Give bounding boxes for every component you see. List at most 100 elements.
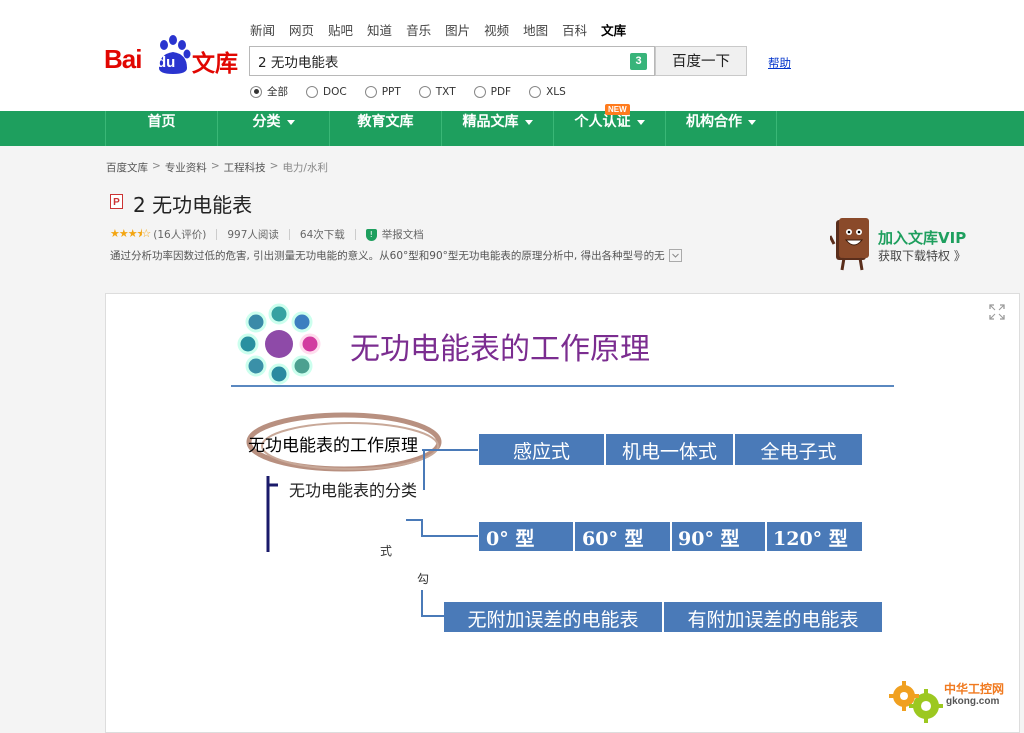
nav-label: 分类 — [252, 114, 281, 130]
nav-label: 精品文库 — [462, 114, 519, 130]
radio-icon[interactable] — [418, 85, 431, 98]
breadcrumb-separator-icon: > — [152, 160, 161, 172]
new-badge: NEW — [605, 104, 630, 115]
topnav-item[interactable]: 网页 — [289, 20, 314, 38]
logo-bai-text: Bai — [104, 44, 142, 74]
type-0-degree: 0° 型 — [486, 528, 535, 550]
filter-xls[interactable]: XLS — [529, 84, 566, 99]
search-input[interactable] — [250, 47, 626, 75]
diagram-connectors — [246, 412, 478, 617]
filter-label: PPT — [381, 85, 401, 98]
top-navigation: 新闻 网页 贴吧 知道 音乐 图片 视频 地图 百科 文库 — [250, 20, 640, 38]
filter-label: PDF — [490, 85, 512, 98]
topnav-item[interactable]: 百科 — [562, 20, 587, 38]
nav-label: 首页 — [147, 114, 176, 130]
type-electronic: 全电子式 — [760, 441, 837, 463]
nav-education[interactable]: 教育文库 — [329, 111, 441, 146]
shield-icon: ! — [365, 228, 377, 241]
nav-label: 个人认证 — [574, 114, 631, 130]
breadcrumb-item[interactable]: 电力/水利 — [282, 160, 328, 175]
divider — [354, 229, 356, 240]
filter-label: TXT — [435, 85, 456, 98]
ppt-file-icon: P — [110, 194, 123, 209]
divider — [216, 229, 218, 240]
nav-category[interactable]: 分类 — [217, 111, 329, 146]
chevron-down-icon — [636, 119, 645, 125]
nav-home[interactable]: 首页 — [105, 111, 217, 146]
nav-premium[interactable]: 精品文库 — [441, 111, 553, 146]
filter-label: XLS — [546, 85, 566, 98]
main-navigation-bar: 首页 分类 教育文库 精品文库 个人认证 机构合作 — [0, 111, 1024, 146]
radio-icon[interactable] — [306, 85, 318, 98]
breadcrumb-item[interactable]: 工程科技 — [224, 160, 266, 175]
breadcrumb: 百度文库 > 专业资料 > 工程科技 > 电力/水利 — [106, 160, 328, 175]
filter-txt[interactable]: TXT — [418, 84, 456, 99]
radio-icon[interactable] — [250, 85, 262, 98]
diagram-sub-label: 无功电能表的分类 — [289, 481, 418, 500]
report-link[interactable]: 举报文档 — [382, 227, 424, 242]
topnav-item[interactable]: 地图 — [523, 20, 548, 38]
type-no-extra-error: 无附加误差的电能表 — [467, 609, 639, 631]
vip-promo[interactable]: 加入文库VIP 获取下载特权 》 — [828, 214, 980, 274]
topnav-item-wenku[interactable]: 文库 — [601, 20, 626, 38]
topnav-item[interactable]: 音乐 — [406, 20, 431, 38]
vip-subtitle[interactable]: 获取下载特权 》 — [878, 247, 966, 264]
filter-label: DOC — [323, 85, 347, 98]
filter-all[interactable]: 全部 — [250, 84, 288, 99]
document-title: 2 无功电能表 — [133, 193, 253, 217]
type-120-degree: 120° 型 — [773, 528, 848, 550]
chevron-down-icon — [748, 119, 756, 125]
topnav-item[interactable]: 知道 — [367, 20, 392, 38]
filetype-filters: 全部 DOC PPT TXT PDF XLS — [250, 84, 584, 99]
gkong-watermark: 中华工控网 gkong.com — [888, 676, 1018, 728]
filter-ppt[interactable]: PPT — [364, 84, 401, 99]
type-induction: 感应式 — [512, 441, 570, 463]
nav-label: 机构合作 — [686, 114, 742, 130]
stray-glyph: 勾 — [417, 572, 430, 586]
search-box: 3 — [249, 46, 655, 76]
read-count: 997人阅读 — [227, 229, 279, 241]
type-90-degree: 90° 型 — [678, 528, 740, 550]
breadcrumb-item[interactable]: 专业资料 — [165, 160, 207, 175]
topnav-item[interactable]: 视频 — [484, 20, 509, 38]
breadcrumb-item[interactable]: 百度文库 — [106, 160, 148, 175]
topnav-item[interactable]: 贴吧 — [328, 20, 353, 38]
filter-doc[interactable]: DOC — [306, 84, 347, 99]
slide-viewer: 无功电能表的工作原理 无功电能表的工作原理 无功电能表的分类 式 勾 感应式 机… — [105, 293, 1020, 733]
watermark-url: gkong.com — [946, 696, 1000, 707]
book-mascot-icon — [828, 218, 869, 271]
radio-icon[interactable] — [529, 85, 542, 98]
type-electromechanical: 机电一体式 — [621, 441, 717, 463]
chevron-down-icon — [524, 119, 533, 125]
filter-label: 全部 — [267, 86, 288, 98]
document-summary: 通过分析功率因数过低的危害, 引出测量无功电能的意义。从60°型和90°型无功电… — [110, 248, 682, 263]
baidu-wenku-logo[interactable]: Bai du 文库 — [104, 34, 240, 78]
logo-wenku-text: 文库 — [192, 51, 238, 77]
breadcrumb-separator-icon: > — [210, 160, 220, 172]
keyboard-badge-icon[interactable]: 3 — [630, 53, 647, 70]
document-stats: ★★★⯨☆ (16人评价) 997人阅读 64次下载 ! 举报文档 — [110, 225, 424, 244]
nav-organization[interactable]: 机构合作 — [665, 111, 777, 146]
watermark-brand: 中华工控网 — [944, 682, 1005, 696]
topnav-item[interactable]: 新闻 — [250, 20, 275, 38]
nav-personal-auth[interactable]: 个人认证 — [553, 111, 665, 146]
radio-icon[interactable] — [473, 85, 486, 98]
rating-stars-icon[interactable]: ★★★⯨☆ — [110, 225, 151, 244]
header: Bai du 文库 新闻 网页 贴吧 知道 音乐 图片 视频 地图 百科 文库 … — [0, 0, 1024, 111]
summary-text: 通过分析功率因数过低的危害, 引出测量无功电能的意义。从60°型和90°型无功电… — [110, 250, 665, 262]
filter-pdf[interactable]: PDF — [473, 84, 512, 99]
type-60-degree: 60° 型 — [582, 528, 644, 550]
topnav-item[interactable]: 图片 — [445, 20, 470, 38]
chevron-down-icon — [286, 119, 295, 125]
type-extra-error: 有附加误差的电能表 — [687, 609, 859, 631]
rating-count[interactable]: (16人评价) — [153, 227, 206, 242]
radio-icon[interactable] — [364, 85, 377, 98]
search-button[interactable]: 百度一下 — [655, 46, 747, 76]
nav-label: 教育文库 — [357, 114, 414, 130]
expand-chevron-icon[interactable] — [668, 249, 682, 262]
vip-title[interactable]: 加入文库VIP — [878, 227, 966, 248]
download-count: 64次下载 — [299, 229, 345, 241]
logo-du-text: du — [157, 54, 176, 71]
help-link[interactable]: 帮助 — [768, 55, 791, 71]
breadcrumb-separator-icon: > — [269, 160, 279, 172]
